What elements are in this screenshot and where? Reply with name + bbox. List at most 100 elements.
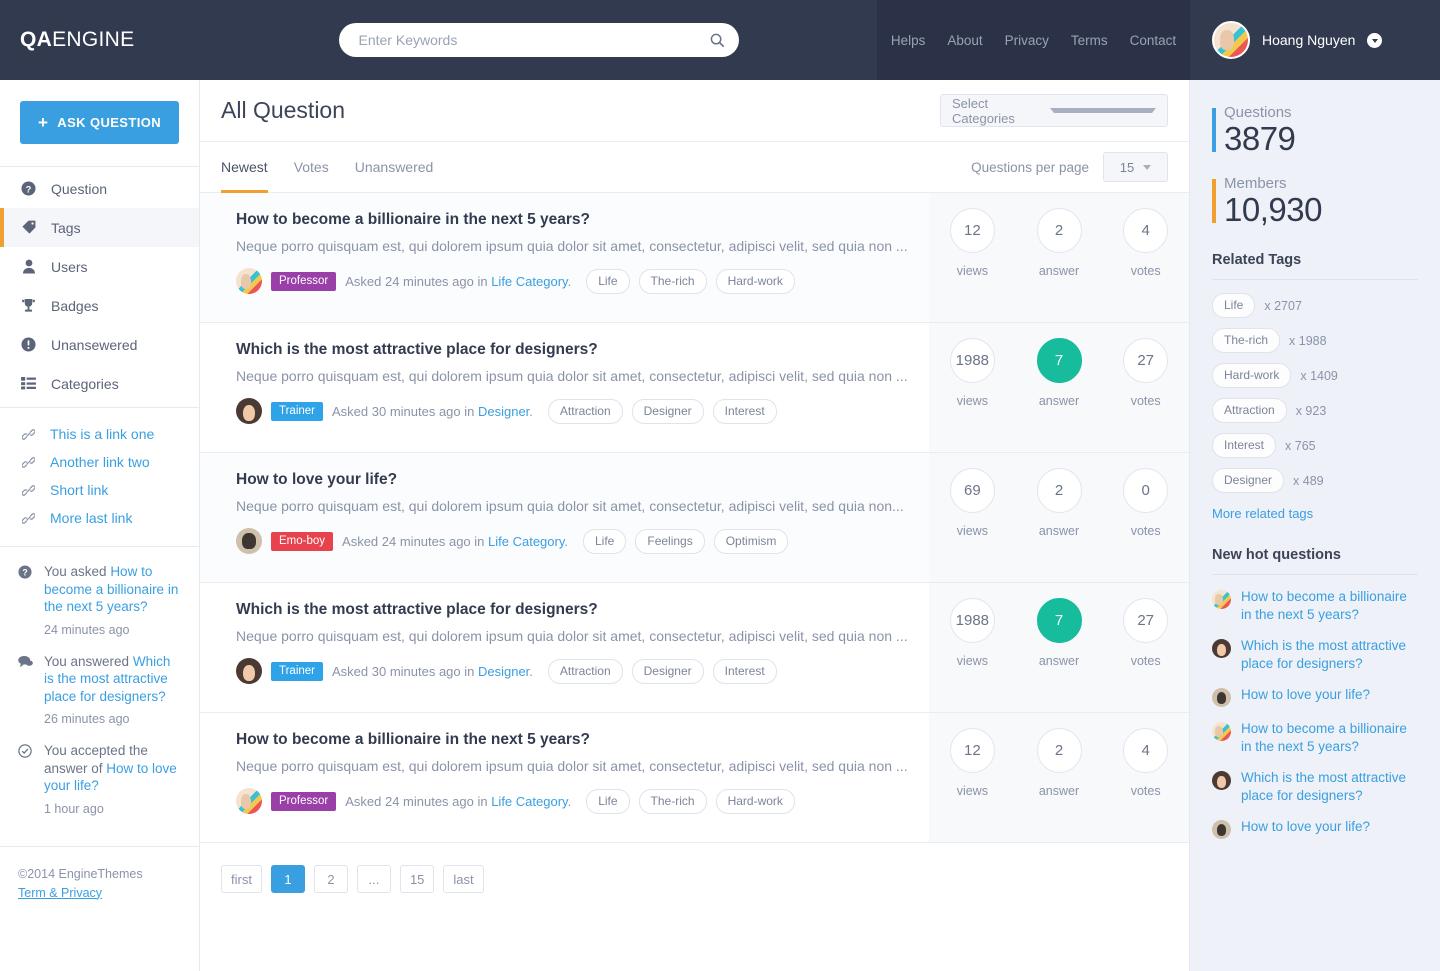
tag-pill[interactable]: The-rich <box>1212 328 1281 353</box>
category-link[interactable]: Life Category <box>488 534 564 549</box>
link-label[interactable]: Short link <box>50 482 108 498</box>
svg-text:?: ? <box>22 568 27 578</box>
list-item[interactable]: Another link two <box>0 448 199 476</box>
question-stats: 12 views 2 answer 4 votes <box>929 193 1189 322</box>
link-label[interactable]: More last link <box>50 510 132 526</box>
question-body: How to become a billionaire in the next … <box>200 193 929 322</box>
page-first[interactable]: first <box>221 865 262 893</box>
question-excerpt: Neque porro quisquam est, qui dolorem ip… <box>236 498 904 514</box>
tag-pill[interactable]: The-rich <box>638 268 707 294</box>
tag-pill[interactable]: Optimism <box>713 528 789 554</box>
page-last[interactable]: last <box>443 865 484 893</box>
hot-question-link[interactable]: How to become a billionaire in the next … <box>1241 720 1418 756</box>
tag-pill[interactable]: Designer <box>631 658 704 684</box>
more-related-tags-link[interactable]: More related tags <box>1212 506 1313 521</box>
page-ellipsis[interactable]: ... <box>356 865 391 893</box>
table-row: How to love your life? Neque porro quisq… <box>200 453 1189 583</box>
hot-question-link[interactable]: Which is the most attractive place for d… <box>1241 637 1418 673</box>
question-title[interactable]: Which is the most attractive place for d… <box>236 341 909 359</box>
tag-pill[interactable]: The-rich <box>638 788 707 814</box>
category-select[interactable]: Select Categories <box>940 94 1168 127</box>
asked-prefix: Asked 24 minutes ago in <box>345 273 492 289</box>
ask-question-button[interactable]: + ASK QUESTION <box>20 101 179 144</box>
tab-unanswered[interactable]: Unanswered <box>355 142 434 192</box>
tag-pill[interactable]: Attraction <box>547 398 623 424</box>
link-label[interactable]: Another link two <box>50 454 150 470</box>
user-icon <box>20 259 37 274</box>
related-tags-title: Related Tags <box>1212 252 1418 280</box>
search-box[interactable] <box>338 23 739 57</box>
tag-pill[interactable]: Attraction <box>1212 398 1287 423</box>
category-link[interactable]: Life Category <box>491 274 567 289</box>
tag-pill[interactable]: Life <box>583 528 627 554</box>
page-2[interactable]: 2 <box>313 865 348 893</box>
page-1[interactable]: 1 <box>270 865 305 893</box>
hot-question-link[interactable]: Which is the most attractive place for d… <box>1241 769 1418 805</box>
nav-link-terms[interactable]: Terms <box>1071 33 1108 48</box>
nav-link-privacy[interactable]: Privacy <box>1005 33 1049 48</box>
list-item[interactable]: This is a link one <box>0 420 199 448</box>
ask-question-wrap: + ASK QUESTION <box>0 80 199 167</box>
search-input[interactable] <box>358 32 705 48</box>
tag-pill[interactable]: Feelings <box>635 528 705 554</box>
nav-link-helps[interactable]: Helps <box>891 33 926 48</box>
question-title[interactable]: How to become a billionaire in the next … <box>236 211 909 229</box>
answer-count: 2 <box>1036 468 1082 513</box>
sidebar-item-unanswered[interactable]: Unansewered <box>0 325 199 364</box>
tag-pill[interactable]: Hard-work <box>1212 363 1292 388</box>
members-stat-value: 10,930 <box>1224 191 1322 228</box>
hot-question-link[interactable]: How to love your life? <box>1241 818 1370 839</box>
tag-pill[interactable]: Life <box>586 788 630 814</box>
list-item[interactable]: Short link <box>0 476 199 504</box>
avatar <box>1212 21 1250 59</box>
tag-pill[interactable]: Hard-work <box>715 788 795 814</box>
category-link[interactable]: Life Category <box>491 794 567 809</box>
tag-pill[interactable]: Interest <box>712 398 777 424</box>
tag-pill[interactable]: Designer <box>1212 468 1285 493</box>
tag-pill[interactable]: Life <box>1212 293 1256 318</box>
category-link[interactable]: Designer <box>478 664 529 679</box>
search-icon[interactable] <box>705 27 731 53</box>
sidebar-item-users[interactable]: Users <box>0 247 199 286</box>
per-page-select[interactable]: 15 <box>1103 152 1168 182</box>
site-logo[interactable]: QAENGINE <box>20 28 134 52</box>
page-15[interactable]: 15 <box>399 865 435 893</box>
tag-pill[interactable]: Interest <box>1212 433 1277 458</box>
hot-question-link[interactable]: How to love your life? <box>1241 686 1370 707</box>
tag-pill[interactable]: Interest <box>712 658 777 684</box>
stat-views: 12 views <box>929 208 1016 322</box>
table-row: How to become a billionaire in the next … <box>200 193 1189 323</box>
tag-pill[interactable]: Life <box>586 268 630 294</box>
sidebar-item-badges[interactable]: Badges <box>0 286 199 325</box>
nav-link-contact[interactable]: Contact <box>1130 33 1177 48</box>
views-count: 1988 <box>949 598 995 643</box>
terms-privacy-link[interactable]: Term & Privacy <box>18 886 102 900</box>
question-title[interactable]: Which is the most attractive place for d… <box>236 601 909 619</box>
sidebar-item-tags[interactable]: Tags <box>0 208 199 247</box>
tag-pill[interactable]: Designer <box>631 398 704 424</box>
user-menu[interactable]: Hoang Nguyen <box>1190 0 1440 80</box>
tag-pill[interactable]: Attraction <box>547 658 623 684</box>
category-link[interactable]: Designer <box>478 404 529 419</box>
question-title[interactable]: How to love your life? <box>236 471 909 489</box>
stat-votes: 4 votes <box>1102 208 1189 322</box>
sidebar-item-question[interactable]: ? Question <box>0 169 199 208</box>
tab-votes[interactable]: Votes <box>294 142 329 192</box>
list-item: How to love your life? <box>1212 686 1418 707</box>
body-row: + ASK QUESTION ? Question Tags Users Bad… <box>0 80 1440 971</box>
hot-question-link[interactable]: How to become a billionaire in the next … <box>1241 588 1418 624</box>
sidebar-footer: ©2014 EngineThemes Term & Privacy <box>0 847 199 921</box>
list-item: How to become a billionaire in the next … <box>1212 720 1418 756</box>
link-label[interactable]: This is a link one <box>50 426 154 442</box>
tab-newest[interactable]: Newest <box>221 142 268 193</box>
list-item[interactable]: More last link <box>0 504 199 532</box>
nav-link-about[interactable]: About <box>947 33 982 48</box>
sidebar-item-categories[interactable]: Categories <box>0 364 199 403</box>
question-title[interactable]: How to become a billionaire in the next … <box>236 731 909 749</box>
chain-link-icon <box>20 428 37 441</box>
question-circle-icon: ? <box>20 181 37 196</box>
chevron-down-icon[interactable] <box>1367 32 1383 48</box>
check-circle-icon <box>18 742 34 816</box>
tag-pill[interactable]: Hard-work <box>715 268 795 294</box>
list-item: Which is the most attractive place for d… <box>1212 637 1418 673</box>
